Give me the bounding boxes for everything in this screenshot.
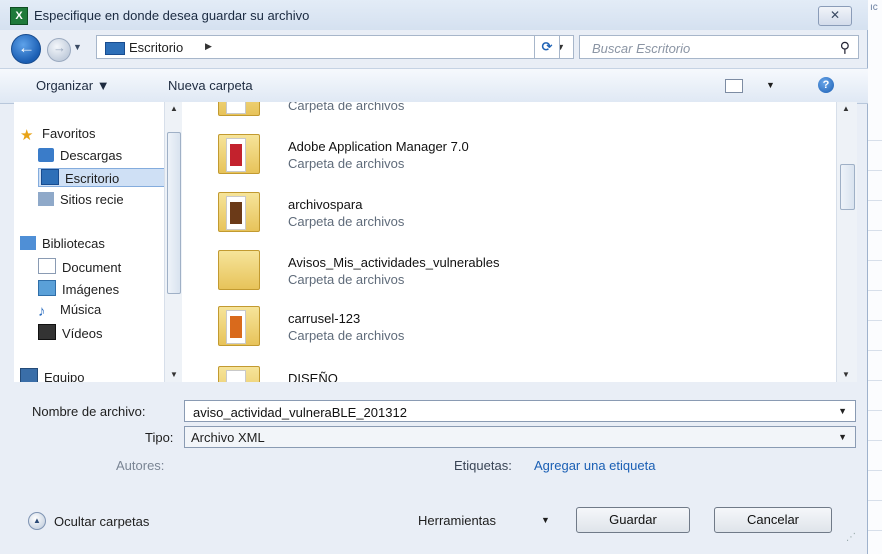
nav-recent-places[interactable]: Sitios recie (38, 192, 124, 207)
downloads-icon (38, 148, 54, 162)
address-location[interactable]: Escritorio (129, 40, 183, 55)
organize-menu[interactable]: Organizar ▼ (36, 78, 110, 93)
new-folder-button[interactable]: Nueva carpeta (168, 78, 253, 93)
nav-pictures[interactable]: Imágenes (38, 280, 119, 297)
list-item[interactable]: Carpeta de archivos (184, 102, 836, 124)
background-window-edge: ıc (868, 0, 882, 554)
folder-icon (218, 306, 260, 346)
help-icon[interactable]: ? (818, 77, 834, 93)
videos-icon (38, 324, 56, 340)
background-icon: ıc (870, 2, 878, 13)
save-dialog: X Especifique en donde desea guardar su … (0, 0, 868, 554)
resize-grip-icon[interactable]: ⋰ (846, 532, 856, 543)
desktop-icon (105, 42, 125, 55)
folder-icon (218, 134, 260, 174)
scroll-up-icon[interactable]: ▲ (170, 104, 178, 113)
list-item[interactable]: DISEÑO (184, 358, 836, 382)
breadcrumb-arrow-icon[interactable]: ▶ (205, 41, 212, 52)
file-type: Carpeta de archivos (288, 272, 405, 287)
pictures-icon (38, 280, 56, 296)
folder-icon (218, 192, 260, 232)
view-options-icon[interactable] (725, 79, 743, 93)
folder-icon (218, 366, 260, 382)
documents-icon (38, 258, 56, 274)
nav-scroll-thumb[interactable] (167, 132, 181, 294)
nav-videos[interactable]: Vídeos (38, 324, 102, 341)
file-name: carrusel-123 (288, 311, 361, 326)
nav-music[interactable]: ♪ Música (38, 302, 101, 319)
file-type: Carpeta de archivos (288, 214, 405, 229)
chevron-up-icon[interactable]: ▲ (28, 512, 46, 530)
file-list: Carpeta de archivos Adobe Application Ma… (184, 102, 836, 382)
file-type: Carpeta de archivos (288, 156, 405, 171)
toolbar: Organizar ▼ Nueva carpeta ▼ ? (0, 68, 868, 104)
folder-icon (218, 250, 260, 290)
type-select-value: Archivo XML (191, 430, 265, 445)
arrow-right-icon: → (53, 40, 66, 55)
hide-folders-button[interactable]: Ocultar carpetas (54, 514, 149, 529)
address-row: ← → ▼ Escritorio ▶ ▼ ⟳ ⚲ (0, 30, 868, 66)
excel-icon: X (10, 7, 28, 25)
search-box[interactable]: ⚲ (579, 35, 859, 59)
chevron-down-icon[interactable]: ▼ (838, 406, 847, 416)
nav-documents[interactable]: Document (38, 258, 121, 275)
list-item[interactable]: archivospara Carpeta de archivos (184, 184, 836, 240)
search-input[interactable] (590, 38, 824, 58)
cancel-button[interactable]: Cancelar (714, 507, 832, 533)
scroll-down-icon[interactable]: ▼ (842, 370, 850, 379)
nav-libraries[interactable]: Bibliotecas (20, 236, 105, 251)
scroll-down-icon[interactable]: ▼ (170, 370, 178, 379)
type-label: Tipo: (145, 430, 174, 445)
computer-icon (20, 368, 38, 382)
filename-label: Nombre de archivo: (32, 404, 146, 419)
list-item[interactable]: Adobe Application Manager 7.0 Carpeta de… (184, 126, 836, 182)
back-button[interactable]: ← (11, 34, 41, 64)
tools-menu[interactable]: Herramientas (418, 513, 496, 528)
list-item[interactable]: Avisos_Mis_actividades_vulnerables Carpe… (184, 242, 836, 298)
arrow-left-icon: ← (18, 38, 35, 57)
navigation-pane: ★ Favoritos Descargas Escritorio Sitios r… (14, 102, 185, 382)
file-list-scrollbar[interactable]: ▲ ▼ (836, 102, 857, 382)
desktop-icon (41, 169, 59, 185)
search-icon[interactable]: ⚲ (840, 39, 850, 56)
forward-button[interactable]: → (47, 38, 71, 62)
list-item[interactable]: carrusel-123 Carpeta de archivos (184, 298, 836, 354)
libraries-icon (20, 236, 36, 250)
recent-places-icon (38, 192, 54, 206)
filename-combobox[interactable]: ▼ (184, 400, 856, 422)
add-tag-link[interactable]: Agregar una etiqueta (534, 458, 655, 473)
file-type: Carpeta de archivos (288, 328, 405, 343)
folder-icon (218, 102, 260, 116)
close-button[interactable]: ✕ (818, 6, 852, 26)
file-name: Adobe Application Manager 7.0 (288, 139, 469, 154)
authors-label: Autores: (116, 458, 165, 473)
address-bar[interactable]: Escritorio ▶ ▼ (96, 35, 574, 59)
tags-label: Etiquetas: (454, 458, 512, 473)
nav-downloads[interactable]: Descargas (38, 148, 122, 163)
music-icon: ♪ (38, 303, 46, 320)
chevron-down-icon[interactable]: ▼ (838, 432, 847, 442)
nav-desktop[interactable]: Escritorio (38, 168, 172, 187)
view-dropdown-icon[interactable]: ▼ (766, 80, 775, 90)
nav-scrollbar[interactable]: ▲ ▼ (164, 102, 182, 382)
star-icon: ★ (20, 127, 34, 144)
type-select[interactable]: Archivo XML ▼ (184, 426, 856, 448)
file-name: Avisos_Mis_actividades_vulnerables (288, 255, 500, 270)
tools-dropdown-icon[interactable]: ▼ (541, 515, 550, 525)
title-bar: X Especifique en donde desea guardar su … (0, 0, 868, 30)
nav-favorites[interactable]: ★ Favoritos (20, 126, 95, 143)
file-name: DISEÑO (288, 371, 338, 382)
dialog-title: Especifique en donde desea guardar su ar… (34, 8, 310, 23)
file-list-scroll-thumb[interactable] (840, 164, 855, 210)
history-dropdown-button[interactable]: ▼ (73, 42, 82, 52)
refresh-button[interactable]: ⟳ (534, 35, 560, 59)
save-button[interactable]: Guardar (576, 507, 690, 533)
nav-computer[interactable]: Equipo (20, 368, 84, 382)
file-name: archivospara (288, 197, 363, 212)
filename-input[interactable] (191, 403, 795, 421)
scroll-up-icon[interactable]: ▲ (842, 104, 850, 113)
